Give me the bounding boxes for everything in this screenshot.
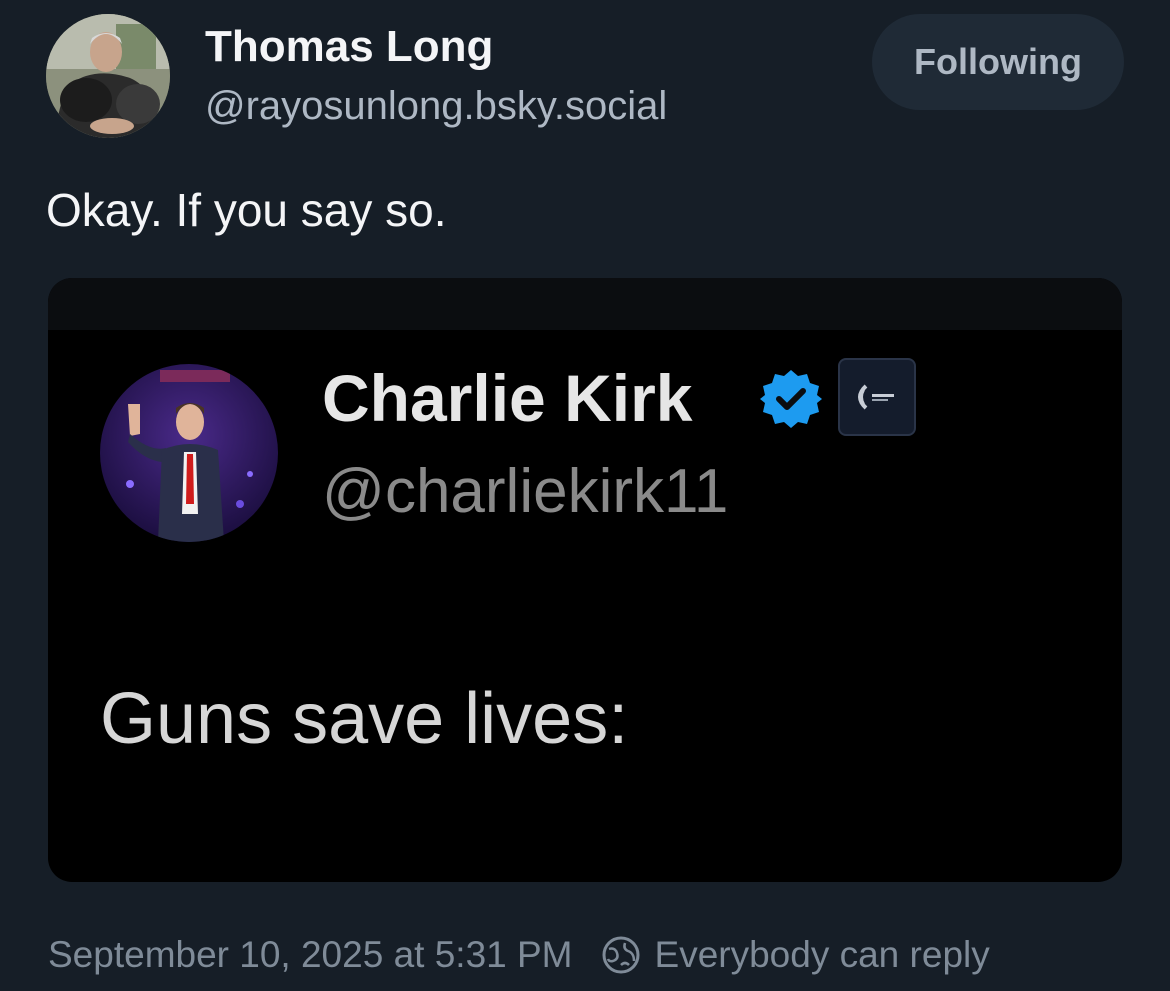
embed-top-band [48, 278, 1122, 330]
author-handle[interactable]: @rayosunlong.bsky.social [205, 84, 667, 129]
post-timestamp: September 10, 2025 at 5:31 PM [48, 934, 573, 975]
following-button[interactable]: Following [872, 14, 1124, 110]
quoted-author-handle: @charliekirk11 [322, 457, 729, 526]
post-footer: September 10, 2025 at 5:31 PM Everybody … [48, 930, 990, 980]
quoted-author-name: Charlie Kirk [322, 361, 693, 435]
quoted-post-text: Guns save lives: [100, 679, 629, 759]
reply-setting[interactable]: Everybody can reply [655, 934, 990, 976]
verified-check-icon [760, 370, 822, 428]
affiliate-badge-icon [838, 358, 916, 436]
author-avatar[interactable] [46, 14, 170, 138]
globe-icon [602, 936, 640, 974]
post-text: Okay. If you say so. [46, 184, 447, 236]
author-name[interactable]: Thomas Long [205, 22, 493, 72]
post-page: Thomas Long @rayosunlong.bsky.social Fol… [0, 0, 1170, 991]
embedded-image[interactable]: Charlie Kirk @charliekirk11 Guns save li… [48, 278, 1122, 882]
quoted-author-avatar [100, 364, 278, 542]
